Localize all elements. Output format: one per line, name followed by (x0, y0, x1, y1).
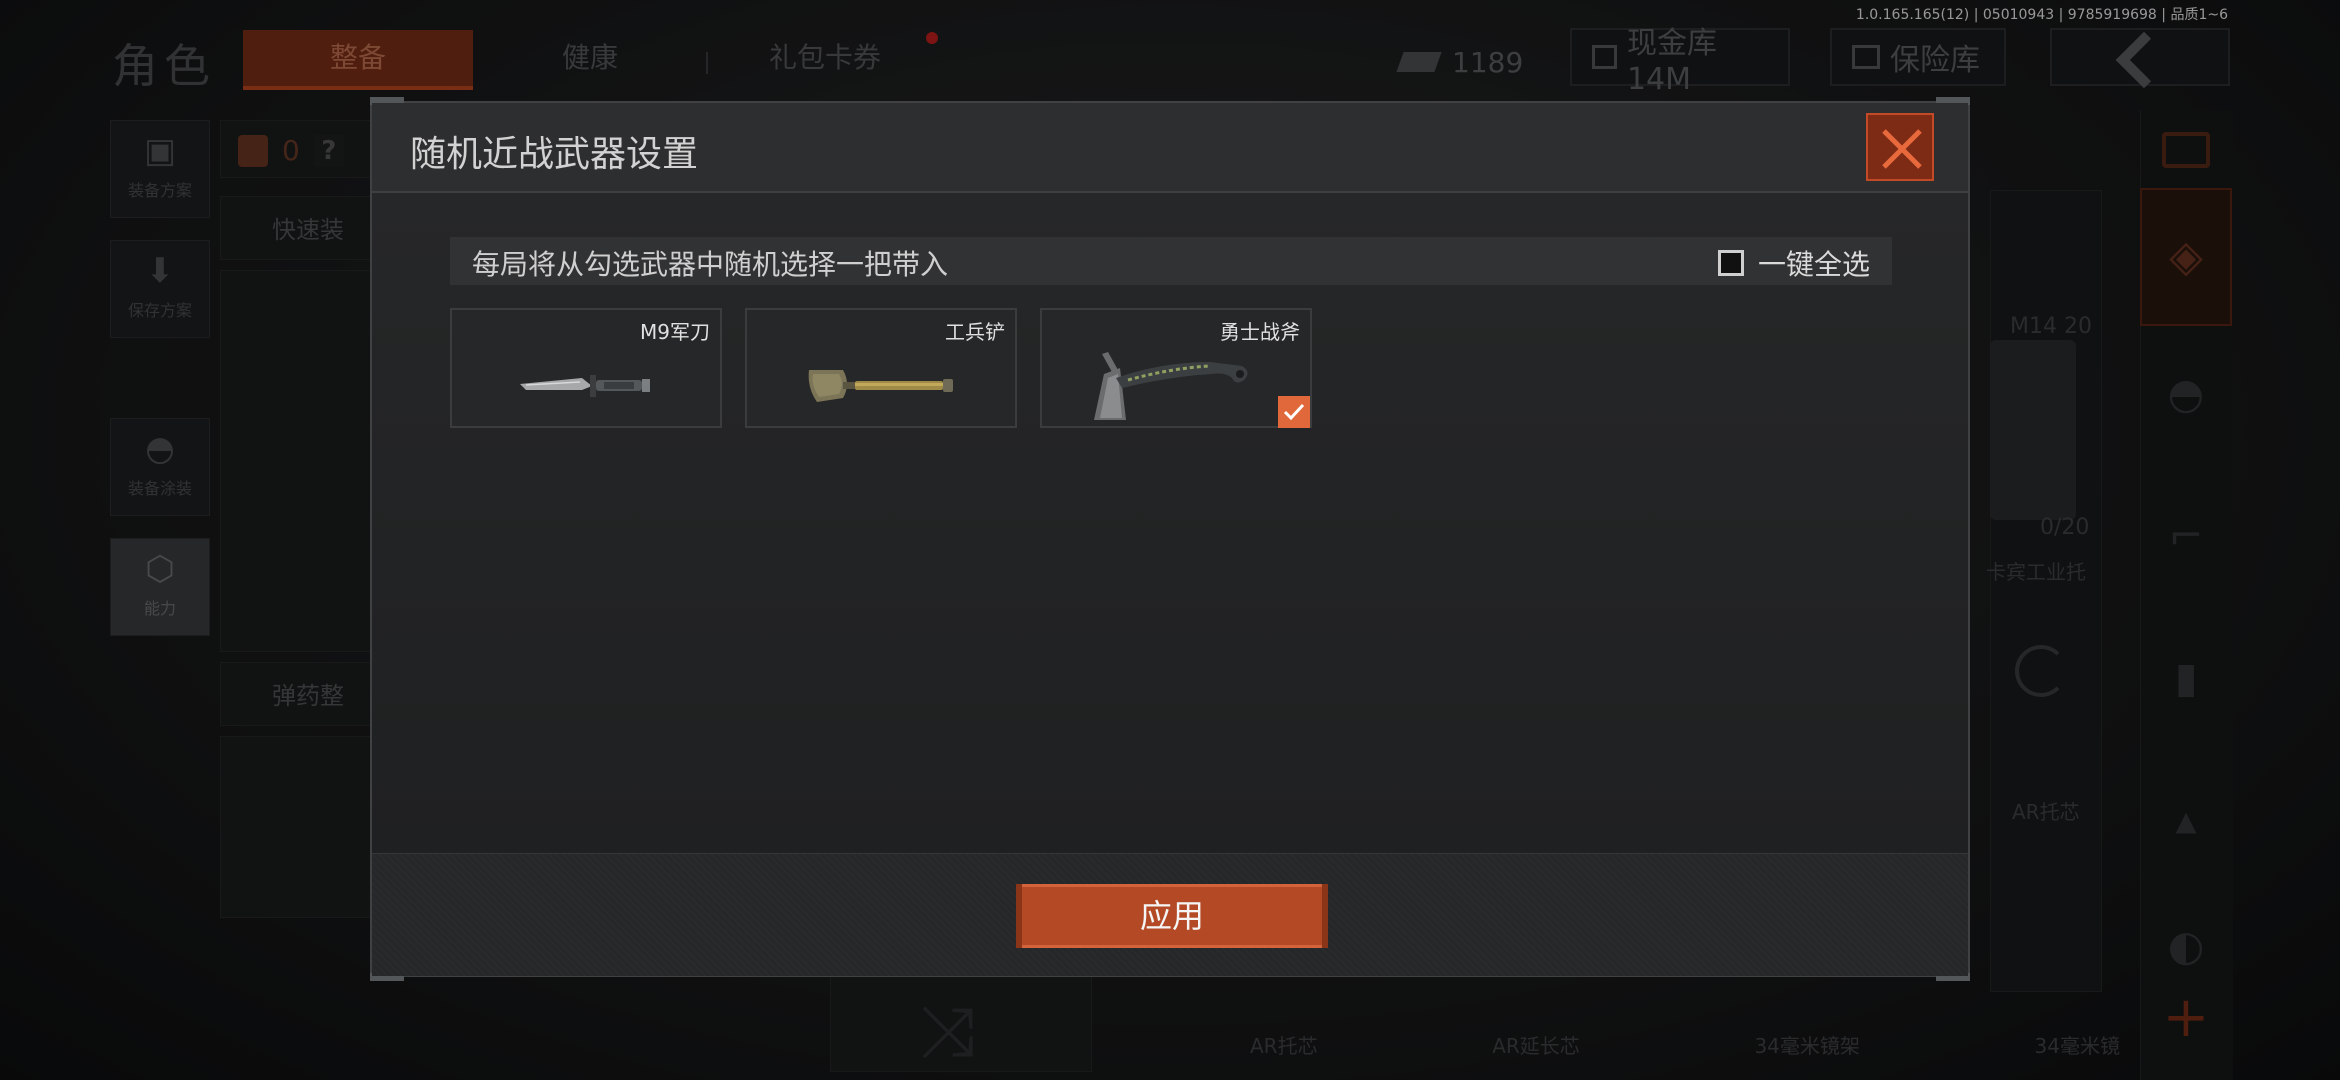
hint-text: 每局将从勾选武器中随机选择一把带入 (472, 248, 949, 281)
dialog-body: 每局将从勾选武器中随机选择一把带入 一键全选 M9军刀 工兵铲 勇士战斧 (372, 193, 1968, 853)
bayonet-icon (520, 375, 650, 397)
select-all-toggle[interactable]: 一键全选 (1717, 243, 1870, 283)
random-melee-dialog: 随机近战武器设置 每局将从勾选武器中随机选择一把带入 一键全选 M9军刀 工兵铲… (370, 97, 1970, 981)
weapon-card-shovel[interactable]: 工兵铲 (745, 308, 1017, 428)
tomahawk-icon (1094, 352, 1248, 420)
close-icon (1882, 129, 1922, 169)
dialog-footer: 应用 (372, 853, 1968, 976)
select-all-checkbox[interactable] (1717, 250, 1744, 276)
apply-button[interactable]: 应用 (1016, 884, 1328, 948)
select-all-label: 一键全选 (1757, 248, 1870, 281)
hint-bar: 每局将从勾选武器中随机选择一把带入 一键全选 (450, 237, 1892, 285)
weapon-card-m9[interactable]: M9军刀 (450, 308, 722, 428)
dialog-title: 随机近战武器设置 (410, 134, 699, 175)
close-button[interactable] (1866, 113, 1934, 181)
weapon-card-tomahawk[interactable]: 勇士战斧 (1040, 308, 1312, 428)
shovel-icon (808, 370, 953, 402)
dialog-header: 随机近战武器设置 (372, 103, 1968, 193)
weapon-checkbox-checked[interactable] (1278, 396, 1310, 428)
check-icon (1283, 403, 1305, 421)
